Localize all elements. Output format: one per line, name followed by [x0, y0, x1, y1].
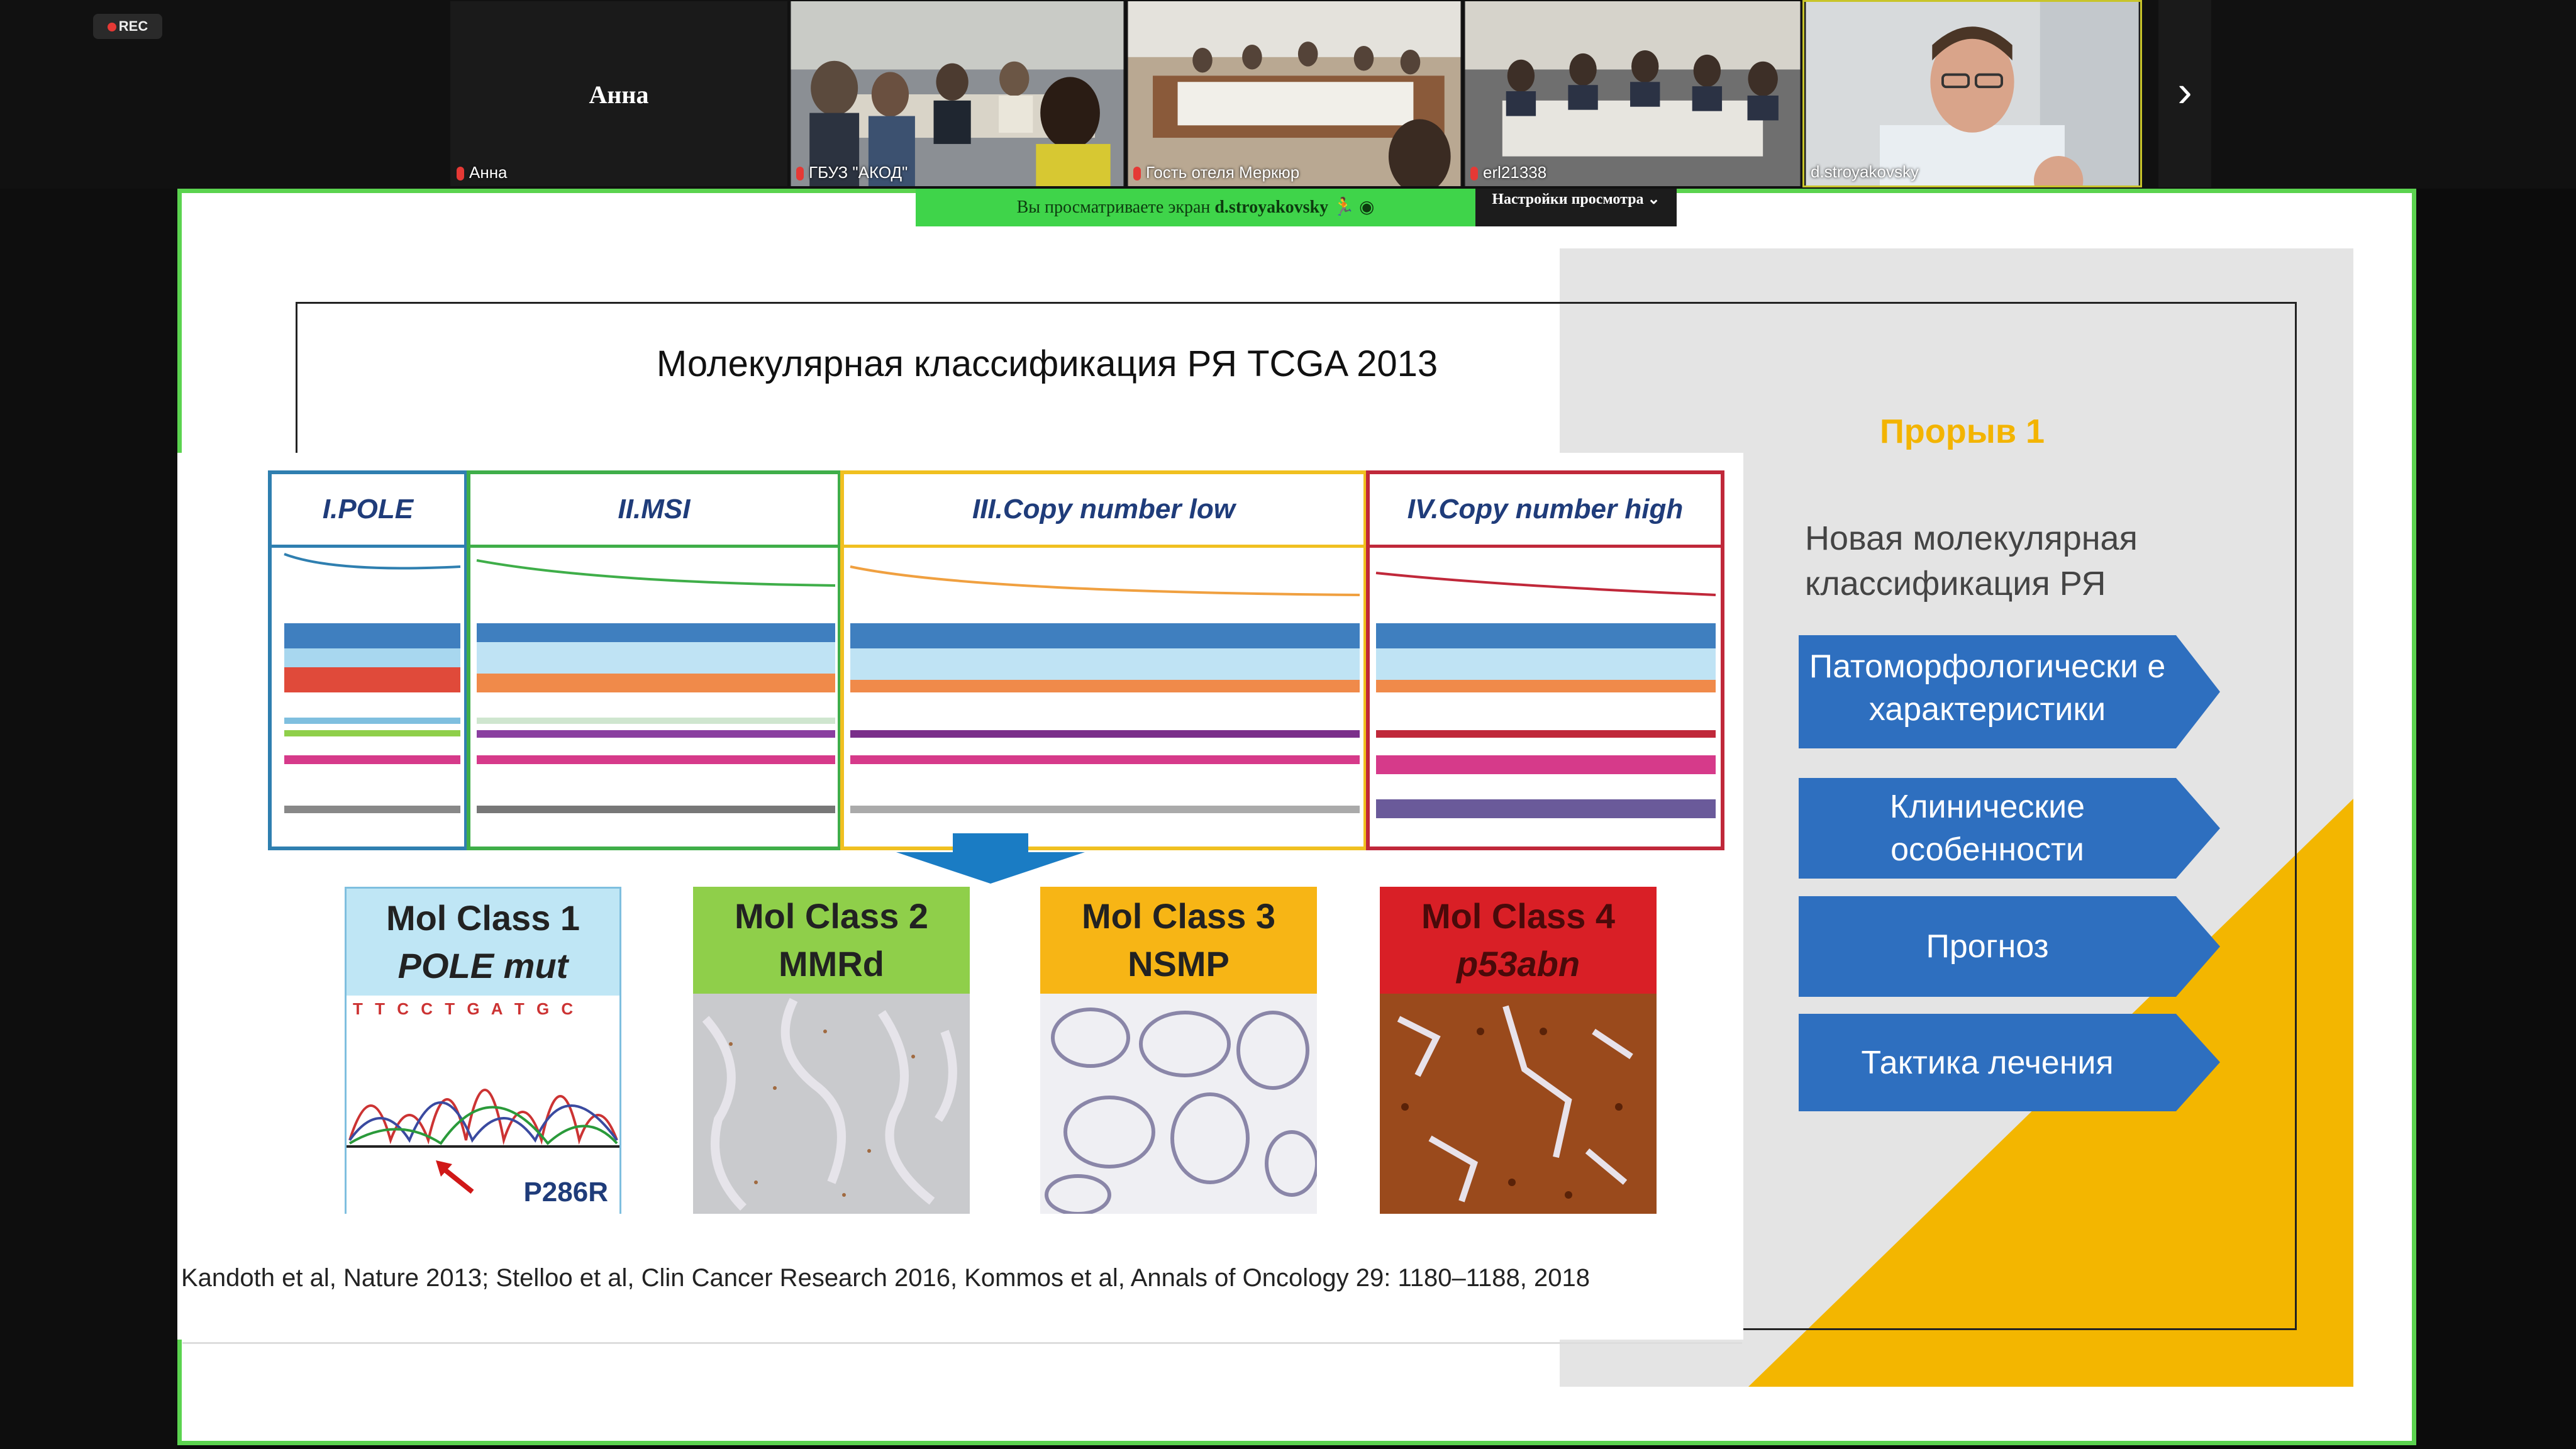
- mol-class-title: Mol Class 2: [734, 896, 929, 936]
- tcga-group-label: I.POLE: [272, 474, 464, 548]
- mol-class-subtitle: NSMP: [1128, 944, 1230, 984]
- right-margin: [2416, 0, 2576, 1449]
- chevron-down-icon: ⌄: [1647, 191, 1660, 208]
- video-feed: [791, 1, 1124, 186]
- histology-image: [693, 994, 970, 1214]
- chevron-label: Патоморфологически е характеристики: [1809, 648, 2166, 728]
- next-participants-button[interactable]: ›: [2158, 0, 2211, 187]
- tcga-group-label: IV.Copy number high: [1370, 474, 1721, 548]
- recording-indicator: REC: [93, 14, 162, 39]
- mic-muted-icon: [1133, 167, 1141, 181]
- video-feed: [1806, 2, 2139, 186]
- breakthrough-label: Прорыв 1: [1879, 413, 2045, 450]
- record-dot-icon: [107, 23, 116, 32]
- mol-class-4: Mol Class 4 p53abn: [1380, 887, 1657, 1214]
- participant-tile-anna[interactable]: Анна Анна: [449, 0, 789, 187]
- tcga-heatmap: [476, 559, 836, 813]
- mol-class-title: Mol Class 1: [386, 898, 580, 938]
- presenter-name: d.stroyakovsky: [1214, 197, 1329, 217]
- chevron-treatment: Тактика лечения: [1799, 1014, 2220, 1119]
- participant-tile-akod[interactable]: ГБУЗ "АКОД": [789, 0, 1126, 187]
- rec-label: REC: [118, 18, 148, 34]
- mol-class-title: Mol Class 3: [1081, 896, 1276, 936]
- video-feed: [1128, 1, 1461, 186]
- mol-class-3: Mol Class 3 NSMP: [1040, 887, 1317, 1214]
- tcga-group-label: II.MSI: [470, 474, 838, 548]
- mic-muted-icon: [457, 167, 464, 181]
- chevron-pathomorphology: Патоморфологически е характеристики: [1799, 635, 2220, 748]
- histology-image: [1380, 994, 1657, 1214]
- chevron-label: Тактика лечения: [1861, 1044, 2114, 1081]
- tcga-heatmap: [1375, 572, 1716, 818]
- references: Kandoth et al, Nature 2013; Stelloo et a…: [181, 1264, 1590, 1292]
- tcga-group-pole: I.POLE: [268, 470, 468, 850]
- mol-class-title: Mol Class 4: [1421, 896, 1616, 936]
- radio-icon: ◉: [1359, 197, 1375, 217]
- participant-tile-mercure[interactable]: Гость отеля Меркюр: [1126, 0, 1463, 187]
- participant-big-name: Анна: [589, 80, 649, 109]
- mutation-label: P286R: [523, 1177, 608, 1208]
- participant-name: erl21338: [1470, 163, 1546, 182]
- slide-subtitle: Новая молекулярная классификация РЯ: [1805, 519, 2138, 602]
- participant-name: ГБУЗ "АКОД": [796, 163, 908, 182]
- tcga-group-cn-low: III.Copy number low: [840, 470, 1367, 850]
- histology-image: [1040, 994, 1317, 1214]
- mic-muted-icon: [1470, 167, 1478, 181]
- mic-muted-icon: [796, 167, 804, 181]
- mol-class-subtitle: MMRd: [779, 944, 884, 984]
- view-settings-button[interactable]: Настройки просмотра ⌄: [1475, 189, 1677, 226]
- arrow-down-icon: [896, 833, 1085, 884]
- participant-name: d.stroyakovsky: [1811, 162, 1919, 181]
- tcga-heatmap: [284, 553, 461, 813]
- screen-share-banner: Вы просматриваете экран d.stroyakovsky 🏃…: [916, 189, 1475, 226]
- chevron-prognosis: Прогноз: [1799, 896, 2220, 1002]
- slide-title: Молекулярная классификация РЯ TCGA 2013: [656, 343, 1438, 384]
- chevron-label: Прогноз: [1926, 928, 2049, 965]
- slide-divider: [182, 1342, 1742, 1344]
- participant-name: Анна: [457, 163, 508, 182]
- mol-class-subtitle: p53abn: [1456, 944, 1580, 984]
- running-icon: 🏃: [1333, 197, 1355, 217]
- participant-tile-erl21338[interactable]: erl21338: [1463, 0, 1802, 187]
- left-margin: [0, 189, 177, 1449]
- video-feed: [1465, 1, 1801, 186]
- chevron-clinical: Клинические особенности: [1799, 778, 2220, 884]
- mol-class-2: Mol Class 2 MMRd: [693, 887, 970, 1214]
- chevron-right-icon: ›: [2177, 67, 2192, 116]
- chevron-label: Клинические особенности: [1889, 789, 2085, 868]
- tcga-group-label: III.Copy number low: [844, 474, 1363, 548]
- tcga-heatmap: [850, 565, 1360, 813]
- mol-class-subtitle: POLE mut: [397, 946, 569, 985]
- tcga-group-msi: II.MSI: [467, 470, 841, 850]
- participant-name: Гость отеля Меркюр: [1133, 163, 1299, 182]
- mol-class-1: Mol Class 1 POLE mut T T C C T G A T G C…: [345, 887, 621, 1216]
- tcga-group-cn-high: IV.Copy number high: [1366, 470, 1724, 850]
- chromatogram: T T C C T G A T G C P286R: [347, 996, 619, 1216]
- participant-tile-presenter[interactable]: d.stroyakovsky: [1802, 0, 2142, 187]
